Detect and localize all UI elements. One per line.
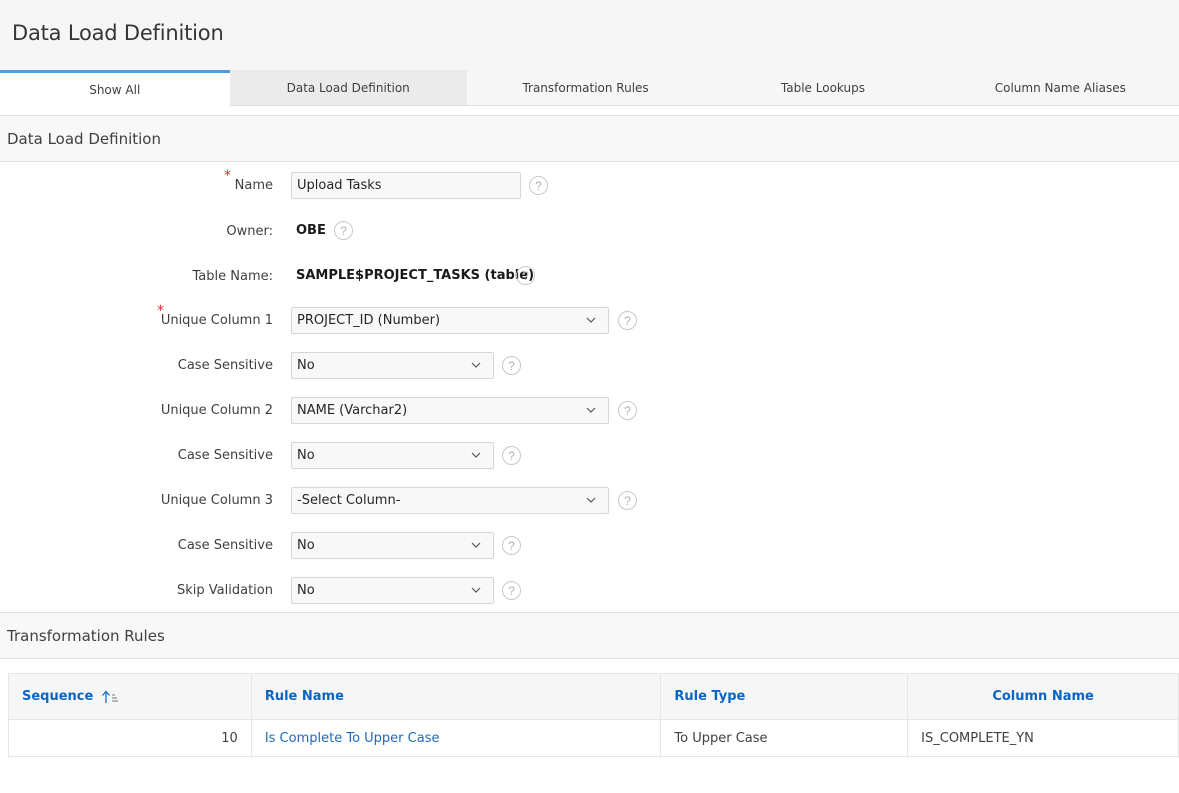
case-sensitive-1-value: No [297,358,315,373]
skip-validation-row: Skip Validation No ? [0,577,700,605]
table-name-label: Table Name: [192,269,273,284]
unique-column-1-label: Unique Column 1 [160,313,273,328]
sort-ascending-icon [101,690,118,703]
case-sensitive-1-label: Case Sensitive [177,358,273,373]
cell-rule-type: To Upper Case [660,719,909,757]
unique-column-2-row: Unique Column 2 NAME (Varchar2) ? [0,397,700,425]
help-icon[interactable]: ? [618,401,637,420]
unique-column-3-select[interactable]: -Select Column- [291,487,609,514]
column-header-sequence[interactable]: Sequence [8,673,252,720]
owner-label: Owner: [226,224,273,239]
rules-region-header: Transformation Rules [0,612,1179,659]
table-name-row: Table Name: SAMPLE$PROJECT_TASKS (table)… [0,263,700,291]
unique-column-3-label: Unique Column 3 [160,493,273,508]
rules-region-title: Transformation Rules [7,627,165,645]
unique-column-1-select[interactable]: PROJECT_ID (Number) [291,307,609,334]
help-icon[interactable]: ? [516,266,535,285]
owner-value: OBE [296,223,326,238]
case-sensitive-3-row: Case Sensitive No ? [0,532,700,560]
chevron-down-icon [586,497,596,503]
help-icon[interactable]: ? [618,311,637,330]
skip-validation-value: No [297,583,315,598]
help-icon[interactable]: ? [502,356,521,375]
chevron-down-icon [471,452,481,458]
definition-region-title: Data Load Definition [7,130,161,148]
tab-table-lookups[interactable]: Table Lookups [704,70,941,105]
skip-validation-label: Skip Validation [177,583,273,598]
help-icon[interactable]: ? [502,581,521,600]
table-row: 10 Is Complete To Upper Case To Upper Ca… [8,719,1179,757]
unique-column-3-value: -Select Column- [297,493,401,508]
column-header-rule-name[interactable]: Rule Name [250,673,662,720]
cell-rule-name: Is Complete To Upper Case [250,719,662,757]
tab-show-all[interactable]: Show All [0,70,230,106]
tab-data-load-definition[interactable]: Data Load Definition [229,70,467,105]
case-sensitive-2-value: No [297,448,315,463]
name-input[interactable]: Upload Tasks [291,172,521,199]
owner-row: Owner: OBE ? [0,218,700,246]
case-sensitive-2-select[interactable]: No [291,442,494,469]
column-header-column-name[interactable]: Column Name [907,673,1179,720]
unique-column-3-row: Unique Column 3 -Select Column- ? [0,487,700,515]
help-icon[interactable]: ? [529,176,548,195]
case-sensitive-1-select[interactable]: No [291,352,494,379]
unique-column-1-value: PROJECT_ID (Number) [297,313,441,328]
name-label: Name [234,178,273,193]
skip-validation-select[interactable]: No [291,577,494,604]
transformation-rules-table: Sequence Rule Name Rule Type Column Name… [8,673,1179,757]
help-icon[interactable]: ? [502,446,521,465]
title-bar: Data Load Definition [0,0,1179,70]
case-sensitive-3-value: No [297,538,315,553]
name-row: * Name Upload Tasks ? [0,168,700,200]
cell-sequence: 10 [8,719,252,757]
table-name-value: SAMPLE$PROJECT_TASKS (table) [296,268,535,283]
unique-column-2-value: NAME (Varchar2) [297,403,408,418]
page-title: Data Load Definition [12,21,224,45]
definition-region-header: Data Load Definition [0,115,1179,162]
tab-transformation-rules[interactable]: Transformation Rules [467,70,704,105]
table-header-row: Sequence Rule Name Rule Type Column Name [8,673,1179,720]
case-sensitive-2-label: Case Sensitive [177,448,273,463]
case-sensitive-3-select[interactable]: No [291,532,494,559]
chevron-down-icon [586,317,596,323]
column-header-rule-type[interactable]: Rule Type [660,673,909,720]
region-tabs: Show All Data Load Definition Transforma… [0,70,1179,106]
help-icon[interactable]: ? [502,536,521,555]
case-sensitive-2-row: Case Sensitive No ? [0,442,700,470]
cell-column-name: IS_COMPLETE_YN [907,719,1179,757]
help-icon[interactable]: ? [334,221,353,240]
chevron-down-icon [586,407,596,413]
unique-column-2-select[interactable]: NAME (Varchar2) [291,397,609,424]
chevron-down-icon [471,587,481,593]
unique-column-1-row: * Unique Column 1 PROJECT_ID (Number) ? [0,303,700,335]
chevron-down-icon [471,542,481,548]
help-icon[interactable]: ? [618,491,637,510]
tab-column-name-aliases[interactable]: Column Name Aliases [942,70,1179,105]
case-sensitive-1-row: Case Sensitive No ? [0,352,700,380]
case-sensitive-3-label: Case Sensitive [177,538,273,553]
rule-name-link[interactable]: Is Complete To Upper Case [265,731,440,746]
unique-column-2-label: Unique Column 2 [160,403,273,418]
chevron-down-icon [471,362,481,368]
